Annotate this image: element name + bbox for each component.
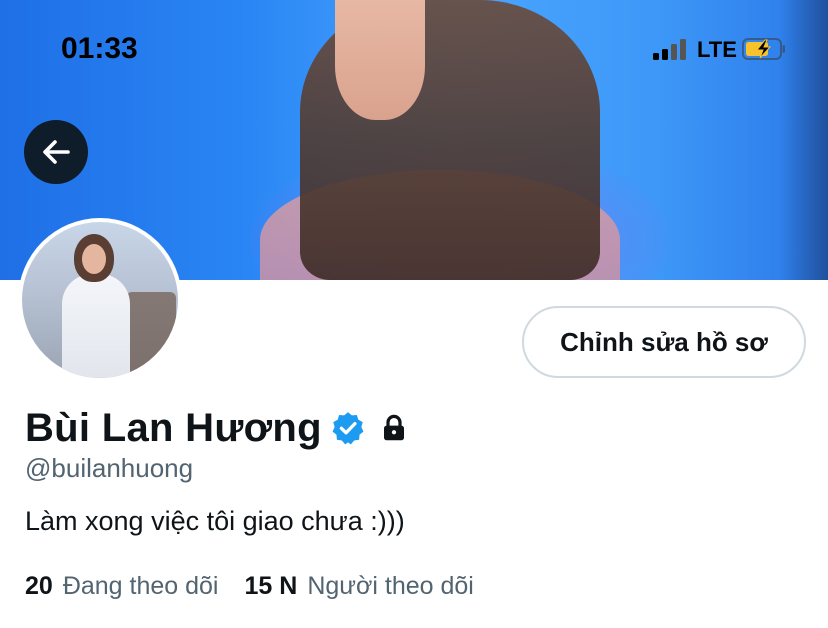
network-type: LTE — [697, 37, 737, 62]
avatar-chair — [126, 292, 176, 372]
back-button[interactable] — [24, 120, 88, 184]
avatar-face — [82, 244, 106, 274]
followers-count: 15 N — [244, 572, 298, 600]
profile-stats: 20 Đang theo dõi 15 N Người theo dõi — [25, 572, 474, 601]
avatar-dress — [62, 274, 130, 378]
battery-charging-icon — [742, 38, 785, 60]
following-link[interactable]: 20 Đang theo dõi — [25, 572, 219, 601]
following-count: 20 — [25, 572, 53, 600]
status-time: 01:33 — [61, 32, 138, 65]
lock-icon — [383, 414, 404, 441]
cellular-signal-icon — [653, 38, 691, 60]
edit-profile-button[interactable]: Chỉnh sửa hồ sơ — [522, 306, 806, 378]
status-bar: 01:33 LTE — [0, 0, 828, 100]
profile-avatar[interactable] — [18, 218, 182, 382]
verified-badge-icon[interactable] — [330, 410, 366, 446]
arrow-left-icon — [43, 140, 70, 164]
followers-link[interactable]: 15 N Người theo dõi — [245, 572, 474, 601]
profile-name-row: Bùi Lan Hương — [25, 402, 410, 454]
profile-handle: @builanhuong — [25, 453, 194, 483]
avatar-photo — [22, 222, 178, 378]
followers-label: Người theo dõi — [307, 572, 474, 600]
following-label: Đang theo dõi — [62, 572, 219, 600]
profile-bio: Làm xong việc tôi giao chưa :))) — [25, 506, 405, 536]
display-name: Bùi Lan Hương — [25, 405, 322, 450]
